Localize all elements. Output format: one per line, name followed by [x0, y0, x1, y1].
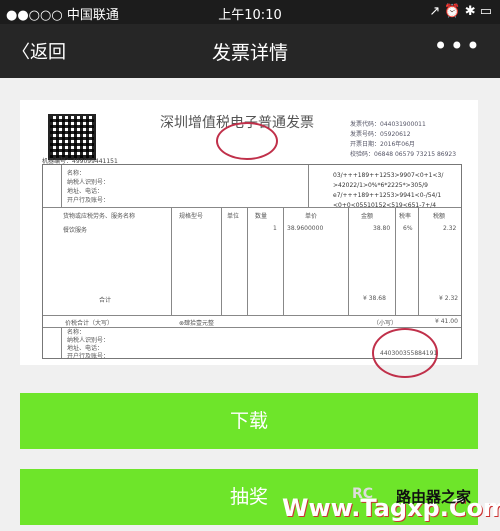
navigation-bar: 〈返回 发票详情 ••• — [0, 24, 500, 78]
seal-stamp — [216, 122, 278, 160]
cipher-code: 03/+++189++1253>9907<0+1<3/>42022/1>0%*6… — [333, 172, 444, 209]
qr-code — [48, 114, 96, 160]
seller-info: 名称： 纳税人识别号： 地址、电话： 开户行及账号： — [67, 329, 110, 360]
page-title: 发票详情 — [211, 42, 288, 64]
invoice-meta: 发票代码：044031900011 发票号码：05920612 开票日期：2016年… — [350, 121, 457, 158]
buyer-info: 名称： 纳税人识别号： 地址、电话： 开户行及账号： — [67, 170, 110, 204]
status-icons: ↗ ⏰ ✱ ▭ — [429, 4, 492, 19]
download-button[interactable]: 下载 — [20, 393, 478, 449]
status-bar: ●●○○○ 中国联通 上午10:10 ↗ ⏰ ✱ ▭ — [0, 0, 500, 24]
watermark-rc: RC — [352, 486, 374, 502]
more-options-button[interactable]: ••• — [434, 32, 482, 60]
status-time: 上午10:10 — [218, 8, 282, 23]
watermark-router: 路由器之家 — [396, 488, 472, 506]
invoice-image: 深圳增值税电子普通发票 发票代码：044031900011 发票号码：059206… — [20, 100, 478, 378]
item-name: 餐饮服务 — [63, 227, 88, 234]
seller-seal: 440300355884191 — [372, 328, 438, 378]
